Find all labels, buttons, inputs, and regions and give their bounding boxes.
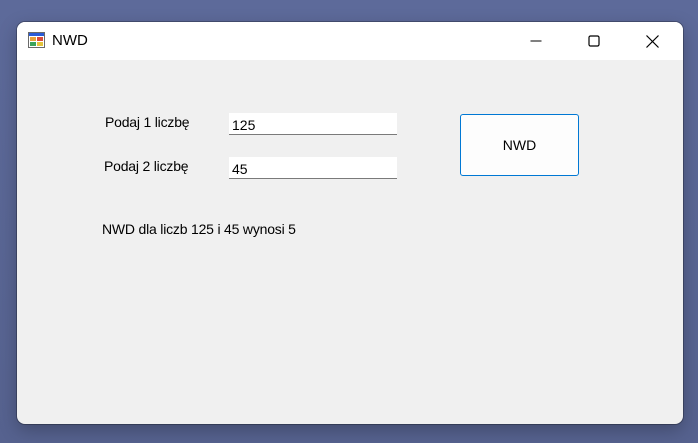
second-number-label: Podaj 2 liczbę [104, 158, 189, 174]
minimize-icon [530, 40, 542, 42]
first-number-input[interactable] [229, 113, 397, 135]
nwd-button[interactable]: NWD [460, 114, 579, 176]
first-number-label: Podaj 1 liczbę [105, 114, 190, 130]
close-button[interactable] [623, 22, 681, 60]
result-label: NWD dla liczb 125 i 45 wynosi 5 [102, 221, 296, 237]
second-number-input[interactable] [229, 157, 397, 179]
app-icon [28, 32, 45, 48]
maximize-icon [588, 35, 600, 47]
maximize-button[interactable] [565, 22, 623, 60]
window-title: NWD [52, 32, 88, 49]
close-icon [645, 34, 659, 48]
title-bar[interactable]: NWD [17, 22, 683, 60]
app-window: NWD Podaj 1 liczbę Podaj 2 liczbę NWD NW… [17, 22, 683, 424]
minimize-button[interactable] [507, 22, 565, 60]
